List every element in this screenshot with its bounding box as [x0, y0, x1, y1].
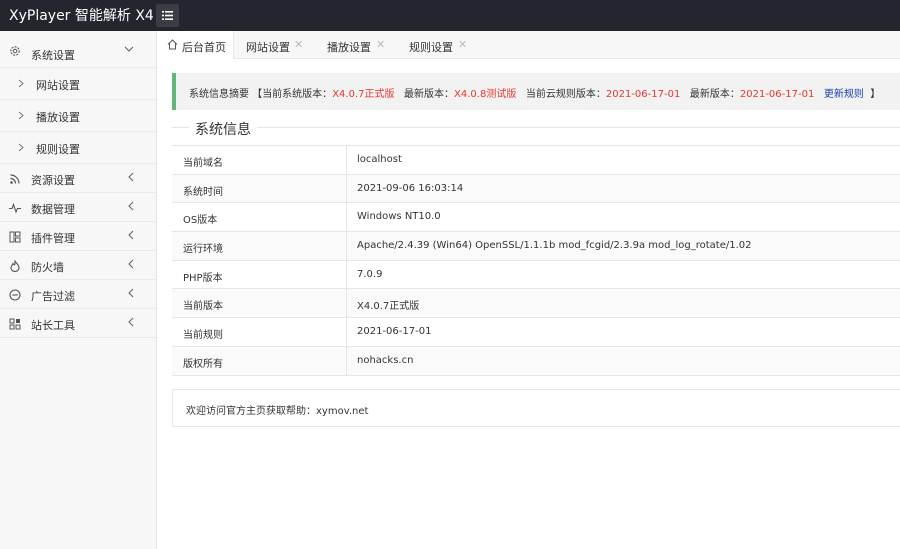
cloud-rule-label: 当前云规则版本： [525, 89, 606, 100]
chevron-left-icon [128, 172, 134, 182]
notice-prefix: 系统信息摘要 【 [189, 89, 263, 100]
notice-suffix: 】 [870, 89, 881, 100]
sidebar-subitem-play-settings[interactable]: 播放设置 [0, 100, 156, 132]
table-row: OS版本 Windows NT10.0 [172, 203, 900, 233]
fire-icon [10, 260, 20, 272]
table-row: 当前域名 localhost [172, 146, 900, 175]
table-row: 当前规则 2021-06-17-01 [172, 318, 900, 347]
tab-label: 网站设置 [246, 41, 290, 54]
cloud-rule-value: 2021-06-17-01 [605, 89, 681, 100]
chevron-right-icon [18, 79, 24, 88]
tab-label: 后台首页 [182, 41, 226, 54]
sidebar-item-label: 插件管理 [31, 232, 75, 245]
system-info-table: 当前域名 localhost 系统时间 2021-09-06 16:03:14 … [172, 145, 900, 376]
chevron-left-icon [128, 201, 134, 211]
chevron-left-icon [128, 288, 134, 298]
app-title: XyPlayer 智能解析 X4 [9, 8, 154, 24]
chevron-right-icon [18, 143, 24, 152]
info-value: X4.0.7正式版 [357, 301, 420, 313]
sidebar-subitem-label: 播放设置 [36, 111, 80, 124]
tab-label: 播放设置 [327, 41, 371, 54]
tab-dashboard[interactable]: 后台首页 [157, 31, 234, 60]
help-footer: 欢迎访问官方主页获取帮助：xymov.net [172, 389, 900, 427]
close-icon[interactable]: ✕ [376, 38, 385, 51]
sidebar-item-plugin-management[interactable]: 插件管理 [0, 222, 156, 251]
chevron-left-icon [128, 317, 134, 327]
chevron-down-icon [124, 46, 134, 52]
info-value: 7.0.9 [357, 268, 383, 280]
main-content: 系统信息摘要 【当前系统版本：X4.0.7正式版 最新版本：X4.0.8测试版 … [157, 59, 900, 549]
info-key: 当前规则 [183, 330, 223, 342]
sidebar-subitem-rule-settings[interactable]: 规则设置 [0, 132, 156, 164]
close-icon[interactable]: ✕ [294, 38, 303, 51]
sidebar-item-resource-settings[interactable]: 资源设置 [0, 164, 156, 193]
plugin-icon [9, 231, 21, 243]
sidebar-subitem-label: 网站设置 [36, 79, 80, 92]
apps-icon [9, 318, 21, 330]
info-value: 2021-09-06 16:03:14 [357, 182, 464, 194]
table-row: 运行环境 Apache/2.4.39 (Win64) OpenSSL/1.1.1… [172, 232, 900, 261]
sidebar-subitem-label: 规则设置 [36, 143, 80, 156]
tab-rule-settings[interactable]: 规则设置 ✕ [399, 31, 481, 59]
info-key: 版权所有 [183, 358, 223, 370]
sidebar-item-label: 防火墙 [31, 261, 64, 274]
menu-toggle-button[interactable] [156, 4, 179, 27]
sidebar-item-data-management[interactable]: 数据管理 [0, 193, 156, 222]
table-row: 系统时间 2021-09-06 16:03:14 [172, 174, 900, 204]
sidebar-item-webmaster-tools[interactable]: 站长工具 [0, 309, 156, 338]
tab-site-settings[interactable]: 网站设置 ✕ [235, 31, 315, 59]
info-value: localhost [357, 154, 402, 165]
info-value: 2021-06-17-01 [357, 326, 432, 338]
latest-rule-value: 2021-06-17-01 [739, 89, 815, 100]
info-key: 当前版本 [183, 301, 223, 313]
table-row: 当前版本 X4.0.7正式版 [172, 289, 900, 319]
info-key: PHP版本 [183, 272, 223, 284]
sidebar-item-ad-filter[interactable]: 广告过滤 [0, 280, 156, 309]
tab-bar: 后台首页 网站设置 ✕ 播放设置 ✕ 规则设置 ✕ [157, 31, 900, 60]
minus-circle-icon [9, 289, 21, 301]
chevron-left-icon [128, 230, 134, 240]
sidebar: 系统设置 网站设置 播放设置 规则设置 资源设置 数据管理 插件管理 防火墙 广… [0, 31, 157, 549]
section-title: 系统信息 [189, 119, 257, 139]
sidebar-item-system-settings[interactable]: 系统设置 [0, 31, 156, 68]
gear-icon [10, 46, 20, 56]
close-icon[interactable]: ✕ [458, 38, 467, 51]
info-key: 当前域名 [183, 158, 223, 169]
sidebar-item-label: 系统设置 [31, 49, 75, 62]
latest-version-label: 最新版本： [404, 89, 455, 100]
info-key: OS版本 [183, 215, 218, 227]
sidebar-item-firewall[interactable]: 防火墙 [0, 251, 156, 280]
table-row: 版权所有 nohacks.cn [172, 346, 900, 376]
system-summary-notice: 系统信息摘要 【当前系统版本：X4.0.7正式版 最新版本：X4.0.8测试版 … [172, 73, 900, 110]
chevron-right-icon [18, 111, 24, 120]
notice-line: 系统信息摘要 【当前系统版本：X4.0.7正式版 最新版本：X4.0.8测试版 … [189, 85, 880, 100]
tab-label: 规则设置 [409, 41, 453, 54]
latest-rule-label: 最新版本： [689, 89, 740, 100]
sidebar-item-label: 数据管理 [31, 203, 75, 216]
update-rules-link[interactable]: 更新规则 [824, 89, 864, 100]
rss-icon [10, 174, 20, 184]
sidebar-item-label: 资源设置 [31, 174, 75, 187]
info-value: Apache/2.4.39 (Win64) OpenSSL/1.1.1b mod… [357, 240, 752, 252]
current-version-value: X4.0.7正式版 [332, 89, 395, 100]
hamburger-icon [162, 11, 173, 20]
copyright-link[interactable]: nohacks.cn [357, 355, 413, 366]
table-row: PHP版本 7.0.9 [172, 260, 900, 290]
latest-version-value: X4.0.8测试版 [454, 89, 517, 100]
info-key: 系统时间 [183, 186, 223, 198]
help-text: 欢迎访问官方主页获取帮助：xymov.net [186, 406, 369, 417]
sidebar-subitem-site-settings[interactable]: 网站设置 [0, 68, 156, 100]
chevron-left-icon [128, 259, 134, 269]
info-value: Windows NT10.0 [357, 211, 441, 223]
tab-play-settings[interactable]: 播放设置 ✕ [316, 31, 398, 59]
top-bar: XyPlayer 智能解析 X4 [0, 0, 900, 31]
pulse-icon [9, 202, 21, 214]
current-version-label: 当前系统版本： [262, 89, 333, 100]
home-icon [167, 39, 178, 50]
sidebar-item-label: 广告过滤 [31, 290, 75, 303]
info-key: 运行环境 [183, 244, 223, 256]
sidebar-item-label: 站长工具 [31, 319, 75, 332]
